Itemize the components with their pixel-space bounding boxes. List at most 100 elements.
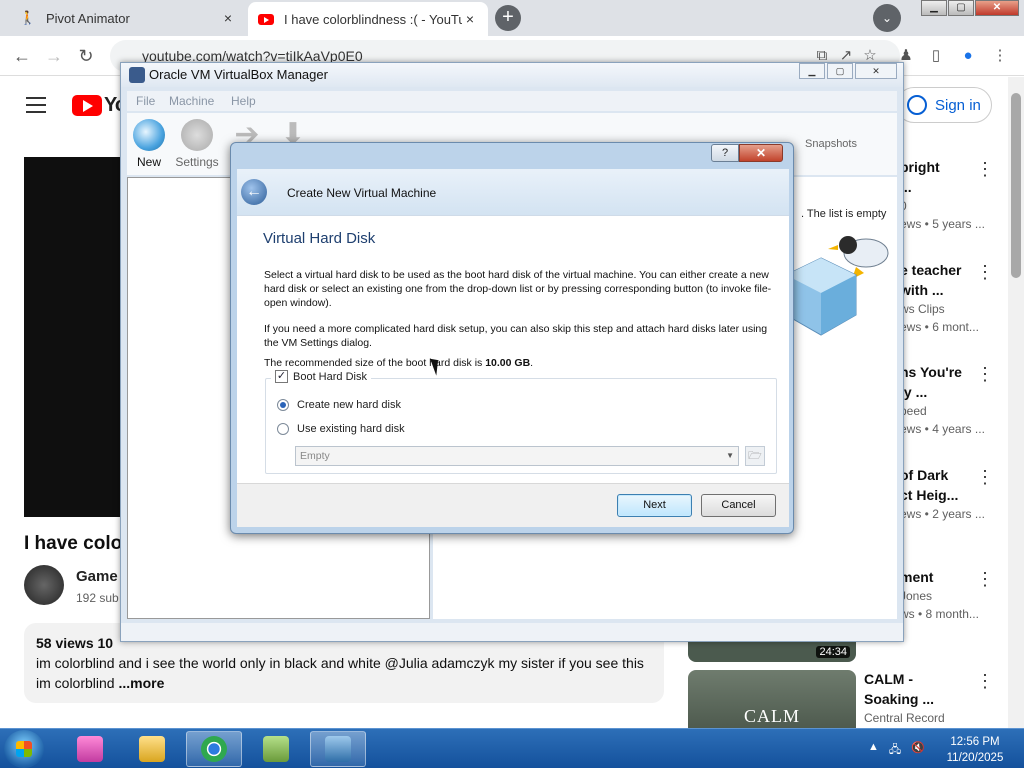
related-title: ns You're bbox=[900, 364, 962, 380]
related-title: e teacher bbox=[900, 262, 962, 278]
more-actions-icon[interactable]: ⋮ bbox=[976, 159, 994, 180]
related-meta: ws • 8 month... bbox=[900, 607, 979, 621]
profile-icon[interactable]: ● bbox=[958, 46, 978, 66]
back-arrow-icon[interactable]: ← bbox=[10, 44, 34, 68]
select-value: Empty bbox=[300, 450, 330, 462]
sign-in-button[interactable]: Sign in bbox=[896, 87, 992, 123]
scrollbar-thumb[interactable] bbox=[1011, 93, 1021, 278]
show-more-link[interactable]: ...more bbox=[118, 675, 164, 691]
back-arrow-icon[interactable]: ← bbox=[241, 179, 267, 205]
instruction-text: Select a virtual hard disk to be used as… bbox=[264, 269, 772, 309]
empty-list-notice: . The list is empty bbox=[801, 208, 887, 220]
side-panel-icon[interactable]: ▯ bbox=[926, 46, 946, 66]
new-vm-icon bbox=[133, 119, 165, 151]
settings-label: Settings bbox=[175, 155, 219, 169]
more-actions-icon[interactable]: ⋮ bbox=[976, 671, 994, 692]
menu-file[interactable]: File bbox=[136, 94, 155, 108]
volume-muted-icon[interactable]: 🔇 bbox=[911, 741, 925, 760]
related-item[interactable]: of Dark ct Heig... ews • 2 years ... ⋮ bbox=[900, 465, 1000, 523]
related-item[interactable]: CALM - Soaking ... Central Record ⋮ bbox=[864, 669, 1004, 727]
tab-close-icon[interactable]: × bbox=[220, 10, 236, 26]
taskbar-clock[interactable]: 12:56 PM 11/20/2025 bbox=[936, 734, 1014, 766]
taskbar-app-pivot[interactable] bbox=[62, 731, 118, 767]
minimize-button[interactable]: ▁ bbox=[799, 63, 825, 79]
youtube-logo[interactable]: Yo bbox=[72, 94, 127, 117]
virtualbox-app-icon bbox=[129, 67, 145, 83]
related-channel: 0 bbox=[900, 197, 1000, 215]
channel-avatar[interactable] bbox=[24, 565, 64, 605]
close-button[interactable]: ✕ bbox=[855, 63, 897, 79]
video-player[interactable] bbox=[24, 157, 134, 517]
related-title: ly ... bbox=[900, 384, 928, 400]
more-actions-icon[interactable]: ⋮ bbox=[976, 569, 994, 590]
clock-time: 12:56 PM bbox=[950, 736, 1000, 748]
radio-label: Use existing hard disk bbox=[297, 423, 405, 435]
network-icon[interactable]: 🖧 bbox=[889, 741, 901, 760]
show-hidden-icons-icon[interactable]: ▲ bbox=[868, 741, 879, 760]
tab-pivot-animator[interactable]: 🚶 Pivot Animator × bbox=[10, 4, 246, 32]
maximize-button[interactable]: ▢ bbox=[827, 63, 853, 79]
chrome-menu-icon[interactable]: ⋮ bbox=[990, 46, 1010, 66]
start-button[interactable] bbox=[4, 730, 44, 768]
related-title: Soaking ... bbox=[864, 691, 935, 707]
close-button[interactable]: ✕ bbox=[739, 144, 783, 162]
wizard-heading: Create New Virtual Machine bbox=[287, 186, 437, 200]
related-item[interactable]: ment Jones ws • 8 month... ⋮ bbox=[900, 567, 1000, 623]
new-tab-button[interactable]: + bbox=[495, 5, 521, 31]
recommended-prefix: The recommended size of the boot hard di… bbox=[264, 357, 486, 369]
related-meta: ews • 5 years ... bbox=[900, 217, 985, 231]
channel-name[interactable]: Game bbox=[76, 568, 118, 585]
related-title: ct Heig... bbox=[900, 487, 959, 503]
settings-button[interactable]: Settings bbox=[172, 119, 222, 169]
related-item[interactable]: bright ... 0 ews • 5 years ... ⋮ bbox=[900, 157, 1000, 233]
instruction-text: If you need a more complicated hard disk… bbox=[264, 323, 768, 349]
related-title: with ... bbox=[900, 282, 944, 298]
hamburger-menu-icon[interactable] bbox=[26, 97, 46, 113]
related-title: ment bbox=[900, 569, 934, 585]
taskbar-app-installer[interactable] bbox=[248, 731, 304, 767]
tab-search-button[interactable]: ⌄ bbox=[873, 4, 901, 32]
forward-arrow-icon[interactable]: → bbox=[42, 44, 66, 68]
windows-taskbar: ▲ 🖧 🔇 12:56 PM 11/20/2025 bbox=[0, 728, 1024, 768]
related-item[interactable]: ns You're ly ... peed ews • 4 years ... … bbox=[900, 362, 1000, 438]
boot-hard-disk-checkbox[interactable]: ✓ Boot Hard Disk bbox=[271, 370, 371, 383]
wizard-page: Virtual Hard Disk Select a virtual hard … bbox=[237, 215, 789, 483]
more-actions-icon[interactable]: ⋮ bbox=[976, 262, 994, 283]
page-scrollbar[interactable] bbox=[1008, 77, 1024, 728]
taskbar-app-chrome[interactable] bbox=[186, 731, 242, 767]
new-vm-button[interactable]: New bbox=[124, 119, 174, 169]
folder-browse-button[interactable]: 🗁 bbox=[745, 446, 765, 466]
tab-youtube[interactable]: I have colorblindness :( - YouTube × bbox=[248, 2, 488, 36]
more-actions-icon[interactable]: ⋮ bbox=[976, 364, 994, 385]
more-actions-icon[interactable]: ⋮ bbox=[976, 467, 994, 488]
create-new-disk-radio[interactable]: Create new hard disk bbox=[277, 399, 401, 411]
taskbar-app-virtualbox[interactable] bbox=[310, 731, 366, 767]
snapshots-tab[interactable]: Snapshots bbox=[805, 138, 857, 150]
calm-thumbnail-text: CALM bbox=[744, 706, 801, 726]
tab-close-icon[interactable]: × bbox=[462, 11, 478, 27]
system-tray: ▲ 🖧 🔇 bbox=[868, 741, 925, 760]
radio-unselected-icon bbox=[277, 423, 289, 435]
reload-icon[interactable]: ↻ bbox=[74, 44, 98, 68]
next-button[interactable]: Next bbox=[617, 494, 692, 517]
menu-machine[interactable]: Machine bbox=[169, 94, 214, 108]
close-button[interactable]: ✕ bbox=[975, 0, 1019, 16]
existing-disk-select[interactable]: Empty ▼ bbox=[295, 446, 739, 466]
related-item[interactable]: e teacher with ... ws Clips ews • 6 mont… bbox=[900, 260, 1000, 336]
stick-figure-icon: 🚶 bbox=[19, 10, 37, 25]
wizard-header: ← Create New Virtual Machine bbox=[237, 169, 789, 215]
tab-title: I have colorblindness :( - YouTube bbox=[284, 11, 462, 27]
help-button[interactable]: ? bbox=[711, 144, 739, 162]
related-meta: ews • 4 years ... bbox=[900, 422, 985, 436]
window-title-bar[interactable]: Oracle VM VirtualBox Manager ▁ ▢ ✕ bbox=[121, 63, 903, 87]
window-title: Oracle VM VirtualBox Manager bbox=[149, 67, 328, 82]
minimize-button[interactable]: ▁ bbox=[921, 0, 947, 16]
menu-help[interactable]: Help bbox=[231, 94, 256, 108]
youtube-play-icon bbox=[72, 95, 102, 116]
folder-icon: 🗁 bbox=[748, 450, 762, 462]
taskbar-app-explorer[interactable] bbox=[124, 731, 180, 767]
maximize-button[interactable]: ▢ bbox=[948, 0, 974, 16]
use-existing-disk-radio[interactable]: Use existing hard disk bbox=[277, 423, 405, 435]
cancel-button[interactable]: Cancel bbox=[701, 494, 776, 517]
related-meta: ews • 6 mont... bbox=[900, 320, 979, 334]
